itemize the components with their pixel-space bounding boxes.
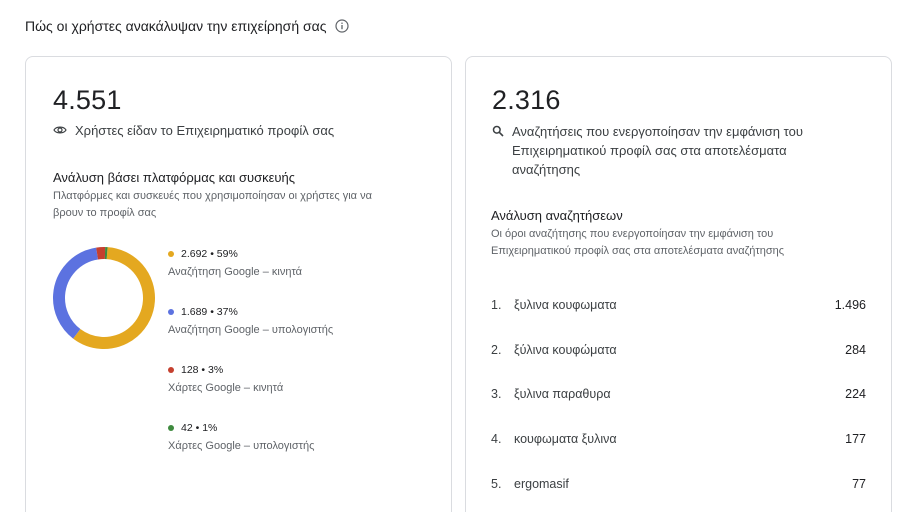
legend-value: 128 • 3% [181,364,224,376]
searches-description: Αναζητήσεις που ενεργοποίησαν την εμφάνι… [492,122,803,179]
search-breakdown-subtitle-line: Οι όροι αναζήτησης που ενεργοποίησαν την… [491,228,774,240]
search-breakdown-subtitle: Οι όροι αναζήτησης που ενεργοποίησαν την… [491,226,784,260]
legend-item-maps-desktop: 42 • 1% Χάρτες Google – υπολογιστής [168,422,388,452]
term-count: 77 [852,477,866,491]
searches-description-line: Αναζητήσεις που ενεργοποίησαν την εμφάνι… [512,124,803,139]
search-term-row: 1. ξυλινα κουφωματα 1.496 [491,298,866,312]
legend-dot [168,251,174,257]
searches-card: 2.316 Αναζητήσεις που ενεργοποίησαν την … [465,56,892,512]
platform-breakdown-subtitle-line: Πλατφόρμες και συσκευές που χρησιμοποίησ… [53,190,372,202]
term-rank: 3. [491,387,502,401]
search-term-row: 5. ergomasif 77 [491,477,866,491]
search-icon [492,125,504,137]
search-breakdown-subtitle-line: Επιχειρηματικού προφίλ σας στα αποτελέσμ… [491,245,785,257]
search-term-row: 3. ξυλινα παραθυρα 224 [491,387,866,401]
term-count: 284 [845,343,866,357]
legend-value: 1.689 • 37% [181,306,238,318]
eye-icon [53,126,67,134]
term-name: ergomasif [514,477,569,491]
legend-dot [168,309,174,315]
legend-dot [168,425,174,431]
term-name: ξυλινα παραθυρα [514,387,611,401]
searches-description-line: Επιχειρηματικού προφίλ σας στα αποτελέσμ… [512,143,787,158]
page-title: Πώς οι χρήστες ανακάλυψαν την επιχείρησή… [25,18,327,34]
term-count: 1.496 [834,298,866,312]
platform-breakdown-subtitle-line: βρουν το προφίλ σας [53,207,157,219]
searches-description-line: αναζήτησης [512,162,581,177]
legend-value: 42 • 1% [181,422,218,434]
search-term-row: 2. ξύλινα κουφώματα 284 [491,343,866,357]
search-term-row: 4. κουφωματα ξυλινα 177 [491,432,866,446]
searches-total: 2.316 [492,85,561,115]
platform-breakdown-subtitle: Πλατφόρμες και συσκευές που χρησιμοποίησ… [53,188,372,222]
platform-breakdown-title: Ανάλυση βάσει πλατφόρμας και συσκευής [53,170,296,185]
legend-value: 2.692 • 59% [181,248,238,260]
term-name: κουφωματα ξυλινα [514,432,617,446]
term-rank: 1. [491,298,502,312]
profile-views-label: Χρήστες είδαν το Επιχειρηματικό προφίλ σ… [75,123,335,138]
profile-views-description: Χρήστες είδαν το Επιχειρηματικό προφίλ σ… [53,121,334,140]
legend-label: Χάρτες Google – κινητά [168,382,284,394]
legend-label: Αναζήτηση Google – κινητά [168,266,303,278]
legend-item-maps-mobile: 128 • 3% Χάρτες Google – κινητά [168,364,388,394]
term-name: ξυλινα κουφωματα [514,298,617,312]
profile-views-total: 4.551 [53,85,122,115]
search-breakdown-title: Ανάλυση αναζητήσεων [491,208,623,223]
legend-item-search-mobile: 2.692 • 59% Αναζήτηση Google – κινητά [168,248,388,278]
profile-views-card: 4.551 Χρήστες είδαν το Επιχειρηματικό πρ… [25,56,452,512]
legend-label: Χάρτες Google – υπολογιστής [168,440,315,452]
page-header: Πώς οι χρήστες ανακάλυψαν την επιχείρησή… [25,18,350,34]
term-name: ξύλινα κουφώματα [514,343,617,357]
term-rank: 2. [491,343,502,357]
legend-label: Αναζήτηση Google – υπολογιστής [168,324,334,336]
term-rank: 5. [491,477,502,491]
term-rank: 4. [491,432,502,446]
platform-donut-chart [53,247,155,349]
term-count: 224 [845,387,866,401]
legend-item-search-desktop: 1.689 • 37% Αναζήτηση Google – υπολογιστ… [168,306,388,336]
info-icon[interactable] [335,19,350,33]
term-count: 177 [845,432,866,446]
legend-dot [168,367,174,373]
